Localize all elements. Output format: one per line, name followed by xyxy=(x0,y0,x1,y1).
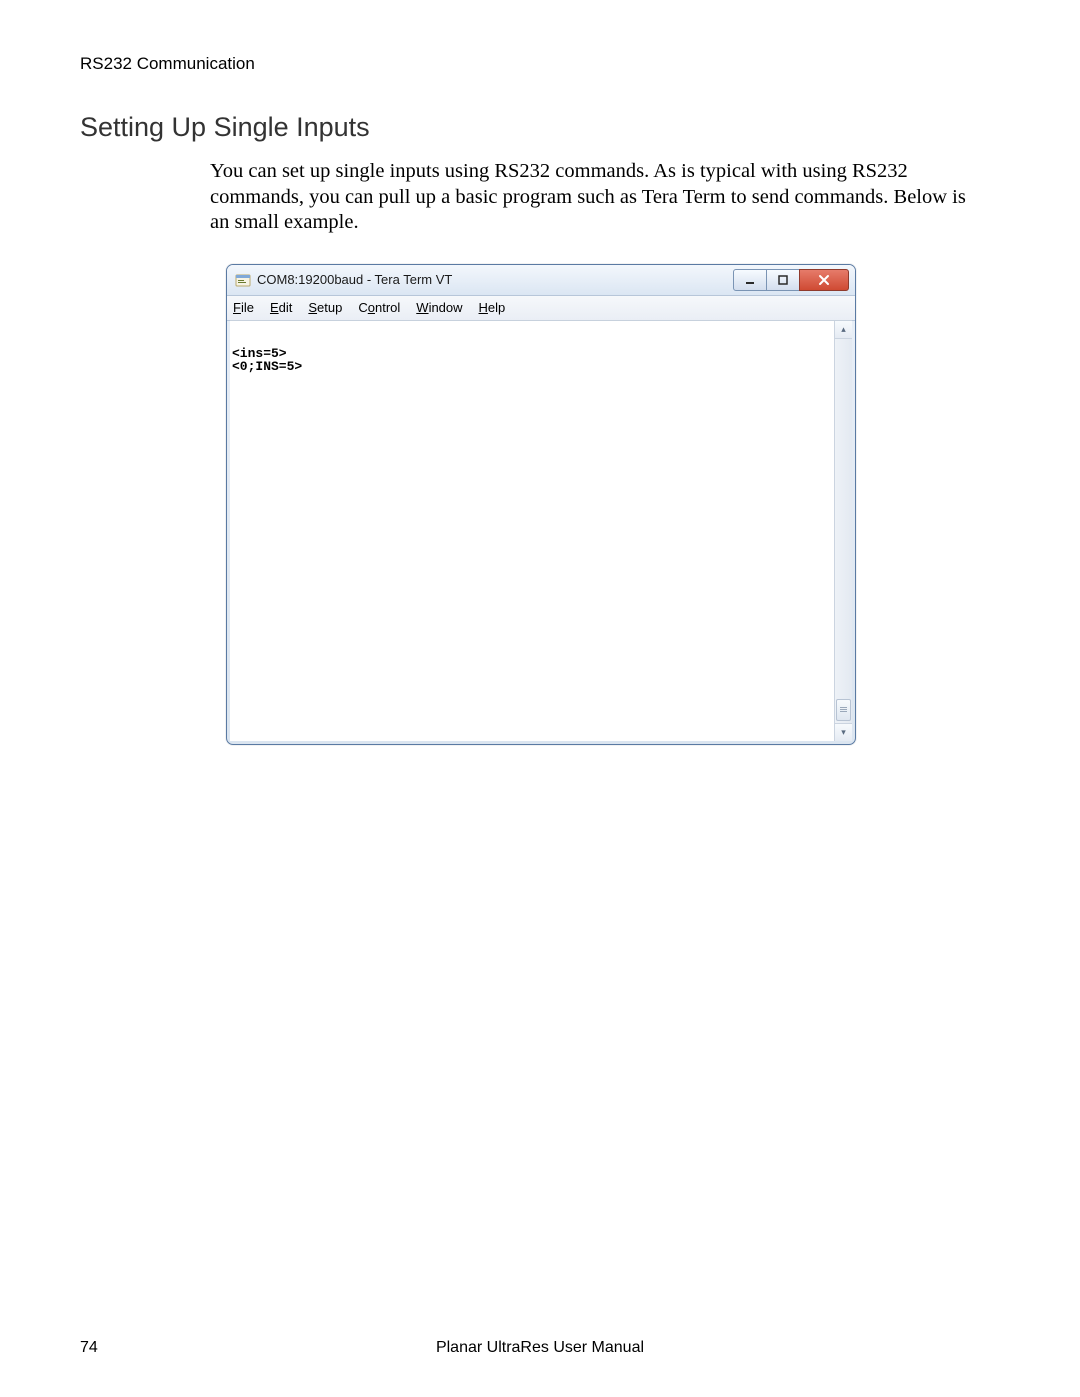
menu-setup[interactable]: Setup xyxy=(308,300,342,315)
minimize-button[interactable] xyxy=(733,269,767,291)
menu-edit[interactable]: Edit xyxy=(270,300,292,315)
footer-title: Planar UltraRes User Manual xyxy=(80,1339,1000,1357)
intro-paragraph: You can set up single inputs using RS232… xyxy=(210,159,980,236)
menu-file[interactable]: File xyxy=(233,300,254,315)
maximize-button[interactable] xyxy=(766,269,800,291)
vertical-scrollbar[interactable]: ▴ ▾ xyxy=(834,321,852,741)
page-footer: 74 Planar UltraRes User Manual xyxy=(80,1339,1000,1357)
menubar: File Edit Setup Control Window Help xyxy=(227,296,855,321)
menu-help[interactable]: Help xyxy=(479,300,506,315)
section-heading: Setting Up Single Inputs xyxy=(80,112,1000,143)
window-title: COM8:19200baud - Tera Term VT xyxy=(257,272,734,287)
titlebar[interactable]: COM8:19200baud - Tera Term VT xyxy=(227,265,855,296)
menu-control[interactable]: Control xyxy=(358,300,400,315)
client-area: <ins=5> <0;INS=5> ▴ ▾ xyxy=(230,320,852,741)
scroll-thumb[interactable] xyxy=(836,699,851,721)
menu-window[interactable]: Window xyxy=(416,300,462,315)
scroll-down-arrow-icon[interactable]: ▾ xyxy=(835,723,852,741)
terminal-output[interactable]: <ins=5> <0;INS=5> xyxy=(230,321,834,741)
scroll-up-arrow-icon[interactable]: ▴ xyxy=(835,321,852,339)
app-icon xyxy=(235,272,251,288)
teraterm-window: COM8:19200baud - Tera Term VT xyxy=(226,264,856,745)
window-controls xyxy=(734,269,849,291)
close-button[interactable] xyxy=(799,269,849,291)
running-header: RS232 Communication xyxy=(80,54,1000,74)
